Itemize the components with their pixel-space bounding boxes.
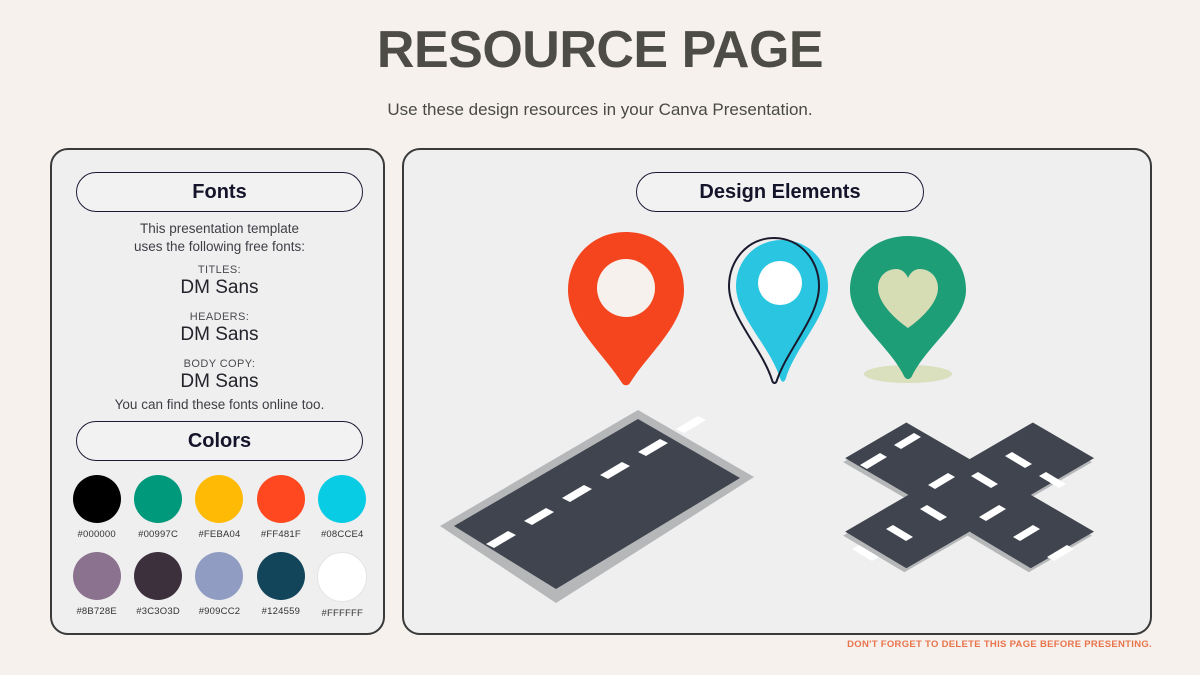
color-swatch-dot <box>72 552 121 600</box>
color-swatch-grid: #000000 #00997C #FEBA04 #FF481F #08CCE4 #8B72… <box>66 475 373 631</box>
color-swatch[interactable]: #000000 <box>66 475 127 540</box>
color-swatch-hex-label: #08CCE4 <box>320 529 364 540</box>
colors-heading-pill: Colors <box>76 421 363 461</box>
color-swatch-dot <box>72 475 121 523</box>
font-group-body-label: BODY COPY: <box>183 358 256 370</box>
color-swatch[interactable]: #8B728E <box>66 552 127 619</box>
color-swatch-hex-label: #000000 <box>77 529 116 540</box>
color-swatch-hex-label: #FEBA04 <box>198 529 241 540</box>
fonts-heading-pill: Fonts <box>76 172 363 212</box>
crossroad-intersection-isometric <box>774 390 1134 630</box>
design-elements-heading-pill: Design Elements <box>636 172 924 212</box>
color-swatch-dot <box>134 552 183 600</box>
color-swatch-dot <box>318 475 367 523</box>
color-swatch[interactable]: #FFFFFF <box>312 552 373 619</box>
font-group-headers-value: DM Sans <box>180 324 259 345</box>
cyan-outlined-location-pin <box>724 236 836 393</box>
color-swatch-dot <box>256 552 305 600</box>
font-group-headers: HEADERS: DM Sans <box>52 311 387 346</box>
fonts-outro-text: You can find these fonts online too. <box>114 397 325 412</box>
page-title: RESOURCE PAGE <box>376 21 824 79</box>
delete-page-warning: DON'T FORGET TO DELETE THIS PAGE BEFORE … <box>847 639 1152 650</box>
font-group-body: BODY COPY: DM Sans <box>52 358 387 393</box>
color-swatch[interactable]: #909CC2 <box>189 552 250 619</box>
fonts-intro-text: This presentation template uses the foll… <box>52 220 387 255</box>
fonts-and-colors-panel: Fonts This presentation template uses th… <box>50 148 385 635</box>
font-group-titles-label: TITLES: <box>197 264 242 276</box>
color-swatch-hex-label: #FF481F <box>260 529 301 540</box>
red-location-pin <box>564 230 688 393</box>
design-elements-panel: Design Elements <box>402 148 1152 635</box>
green-heart-location-pin <box>844 232 974 397</box>
color-swatch[interactable]: #00997C <box>127 475 188 540</box>
color-swatch-hex-label: #124559 <box>261 606 301 617</box>
font-group-body-value: DM Sans <box>180 371 259 392</box>
colors-heading-label: Colors <box>187 429 252 452</box>
color-swatch[interactable]: #124559 <box>250 552 311 619</box>
straight-road-isometric <box>424 400 764 620</box>
page-subtitle: Use these design resources in your Canva… <box>387 100 813 119</box>
color-swatch-dot <box>195 552 244 600</box>
font-group-titles-value: DM Sans <box>180 277 259 298</box>
color-swatch-dot <box>195 475 244 523</box>
slide-canvas: RESOURCE PAGE Use these design resources… <box>0 0 1200 675</box>
fonts-heading-label: Fonts <box>192 180 247 203</box>
color-swatch[interactable]: #3C3O3D <box>127 552 188 619</box>
color-swatch[interactable]: #FF481F <box>250 475 311 540</box>
color-swatch-hex-label: #00997C <box>138 529 179 540</box>
fonts-intro-line1: This presentation template <box>139 221 300 236</box>
location-pins-row <box>404 230 1154 410</box>
color-swatch-dot <box>134 475 183 523</box>
color-swatch-hex-label: #909CC2 <box>198 606 241 617</box>
color-swatch-hex-label: #8B728E <box>76 606 117 617</box>
fonts-intro-line2: uses the following free fonts: <box>133 238 306 254</box>
font-group-titles: TITLES: DM Sans <box>52 264 387 299</box>
color-swatch-dot <box>256 475 305 523</box>
color-swatch[interactable]: #FEBA04 <box>189 475 250 540</box>
road-graphics-row <box>404 400 1154 630</box>
color-swatch-hex-label: #FFFFFF <box>321 608 364 619</box>
color-swatch[interactable]: #08CCE4 <box>312 475 373 540</box>
color-swatch-dot <box>317 552 368 602</box>
design-elements-heading-label: Design Elements <box>699 180 861 203</box>
color-swatch-hex-label: #3C3O3D <box>136 606 180 617</box>
font-group-headers-label: HEADERS: <box>189 311 250 323</box>
